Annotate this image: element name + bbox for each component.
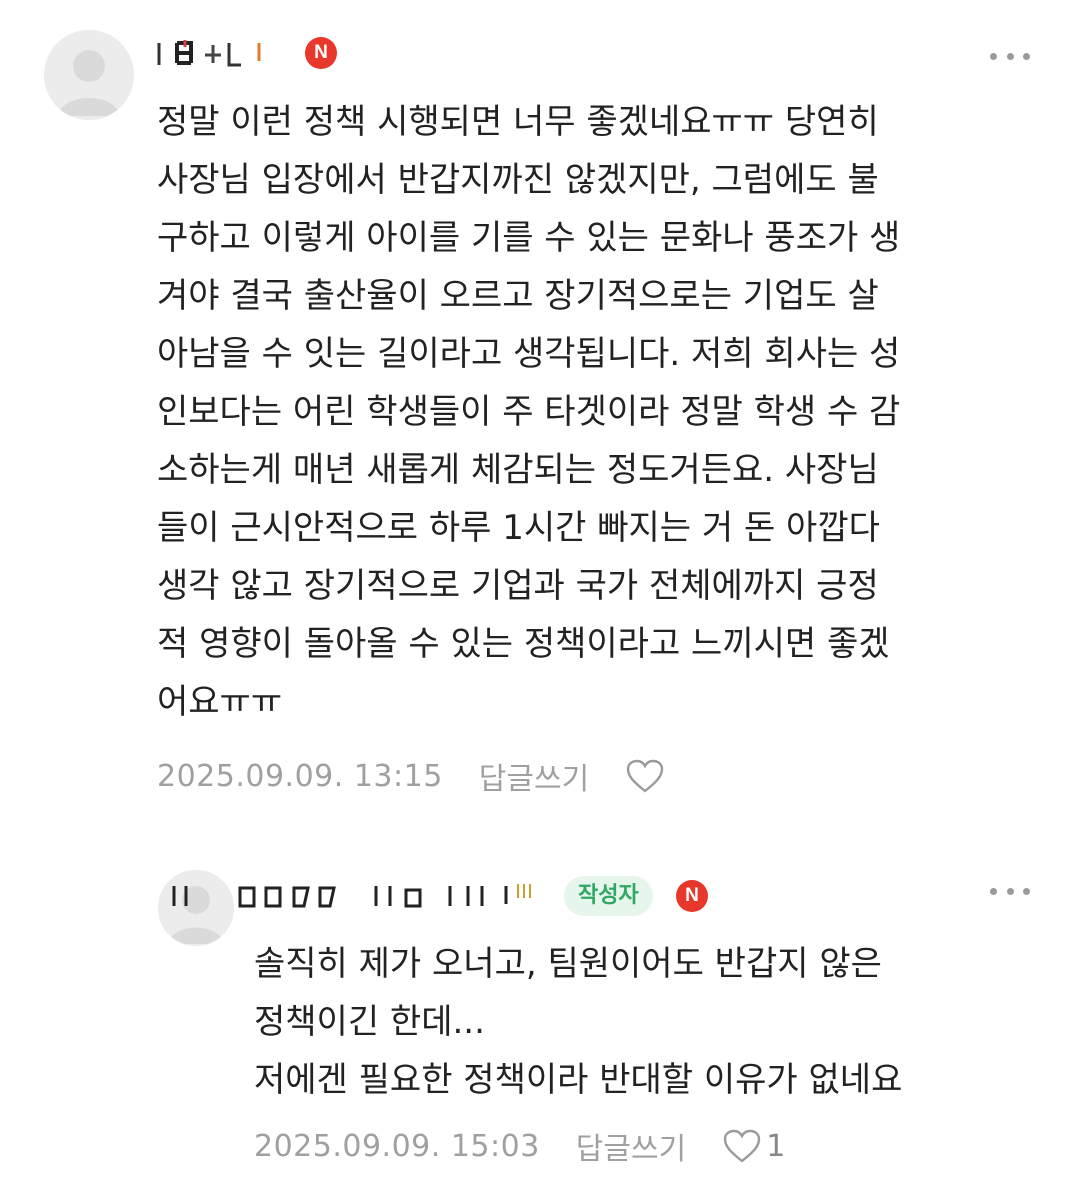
more-options-button[interactable] (990, 881, 1030, 901)
more-options-button[interactable] (990, 46, 1030, 66)
comment-meta: 2025.09.09. 15:03 답글쓰기 1 (254, 1124, 785, 1168)
like-button[interactable]: 1 (722, 1128, 785, 1164)
avatar[interactable] (44, 30, 134, 120)
comment-date: 2025.09.09. 13:15 (157, 758, 443, 794)
dot-icon (990, 887, 997, 895)
reply-button[interactable]: 답글쓰기 (576, 1124, 686, 1168)
heart-outline-icon (627, 759, 664, 793)
heart-outline-icon (724, 1129, 761, 1163)
username-redacted[interactable] (155, 38, 285, 68)
comment-text: 정말 이런 정책 시행되면 너무 좋겠네요ㅠㅠ 당연히 사장님 입장에서 반갑지… (157, 102, 901, 722)
dot-icon (990, 52, 997, 60)
author-tag: 작성자 (564, 876, 653, 916)
redacted-name-mark (157, 40, 261, 67)
username-redacted[interactable] (170, 880, 550, 910)
like-count: 1 (766, 1128, 786, 1164)
naver-badge-icon: N (676, 880, 708, 912)
comment-text: 솔직히 제가 오너고, 팀원이어도 반갑지 않은 정책이긴 한데... 저에겐 … (254, 944, 903, 1100)
default-profile-icon (44, 30, 134, 120)
dot-icon (1023, 887, 1030, 895)
dot-icon (1006, 52, 1014, 60)
reply-button[interactable]: 답글쓰기 (479, 754, 589, 798)
dot-icon (1006, 887, 1014, 895)
like-button[interactable] (625, 758, 669, 794)
comment-meta: 2025.09.09. 13:15 답글쓰기 (157, 754, 669, 798)
redacted-name-mark (172, 884, 531, 908)
dot-icon (1023, 52, 1030, 60)
comment-date: 2025.09.09. 15:03 (254, 1128, 540, 1164)
naver-badge-icon: N (305, 37, 337, 69)
